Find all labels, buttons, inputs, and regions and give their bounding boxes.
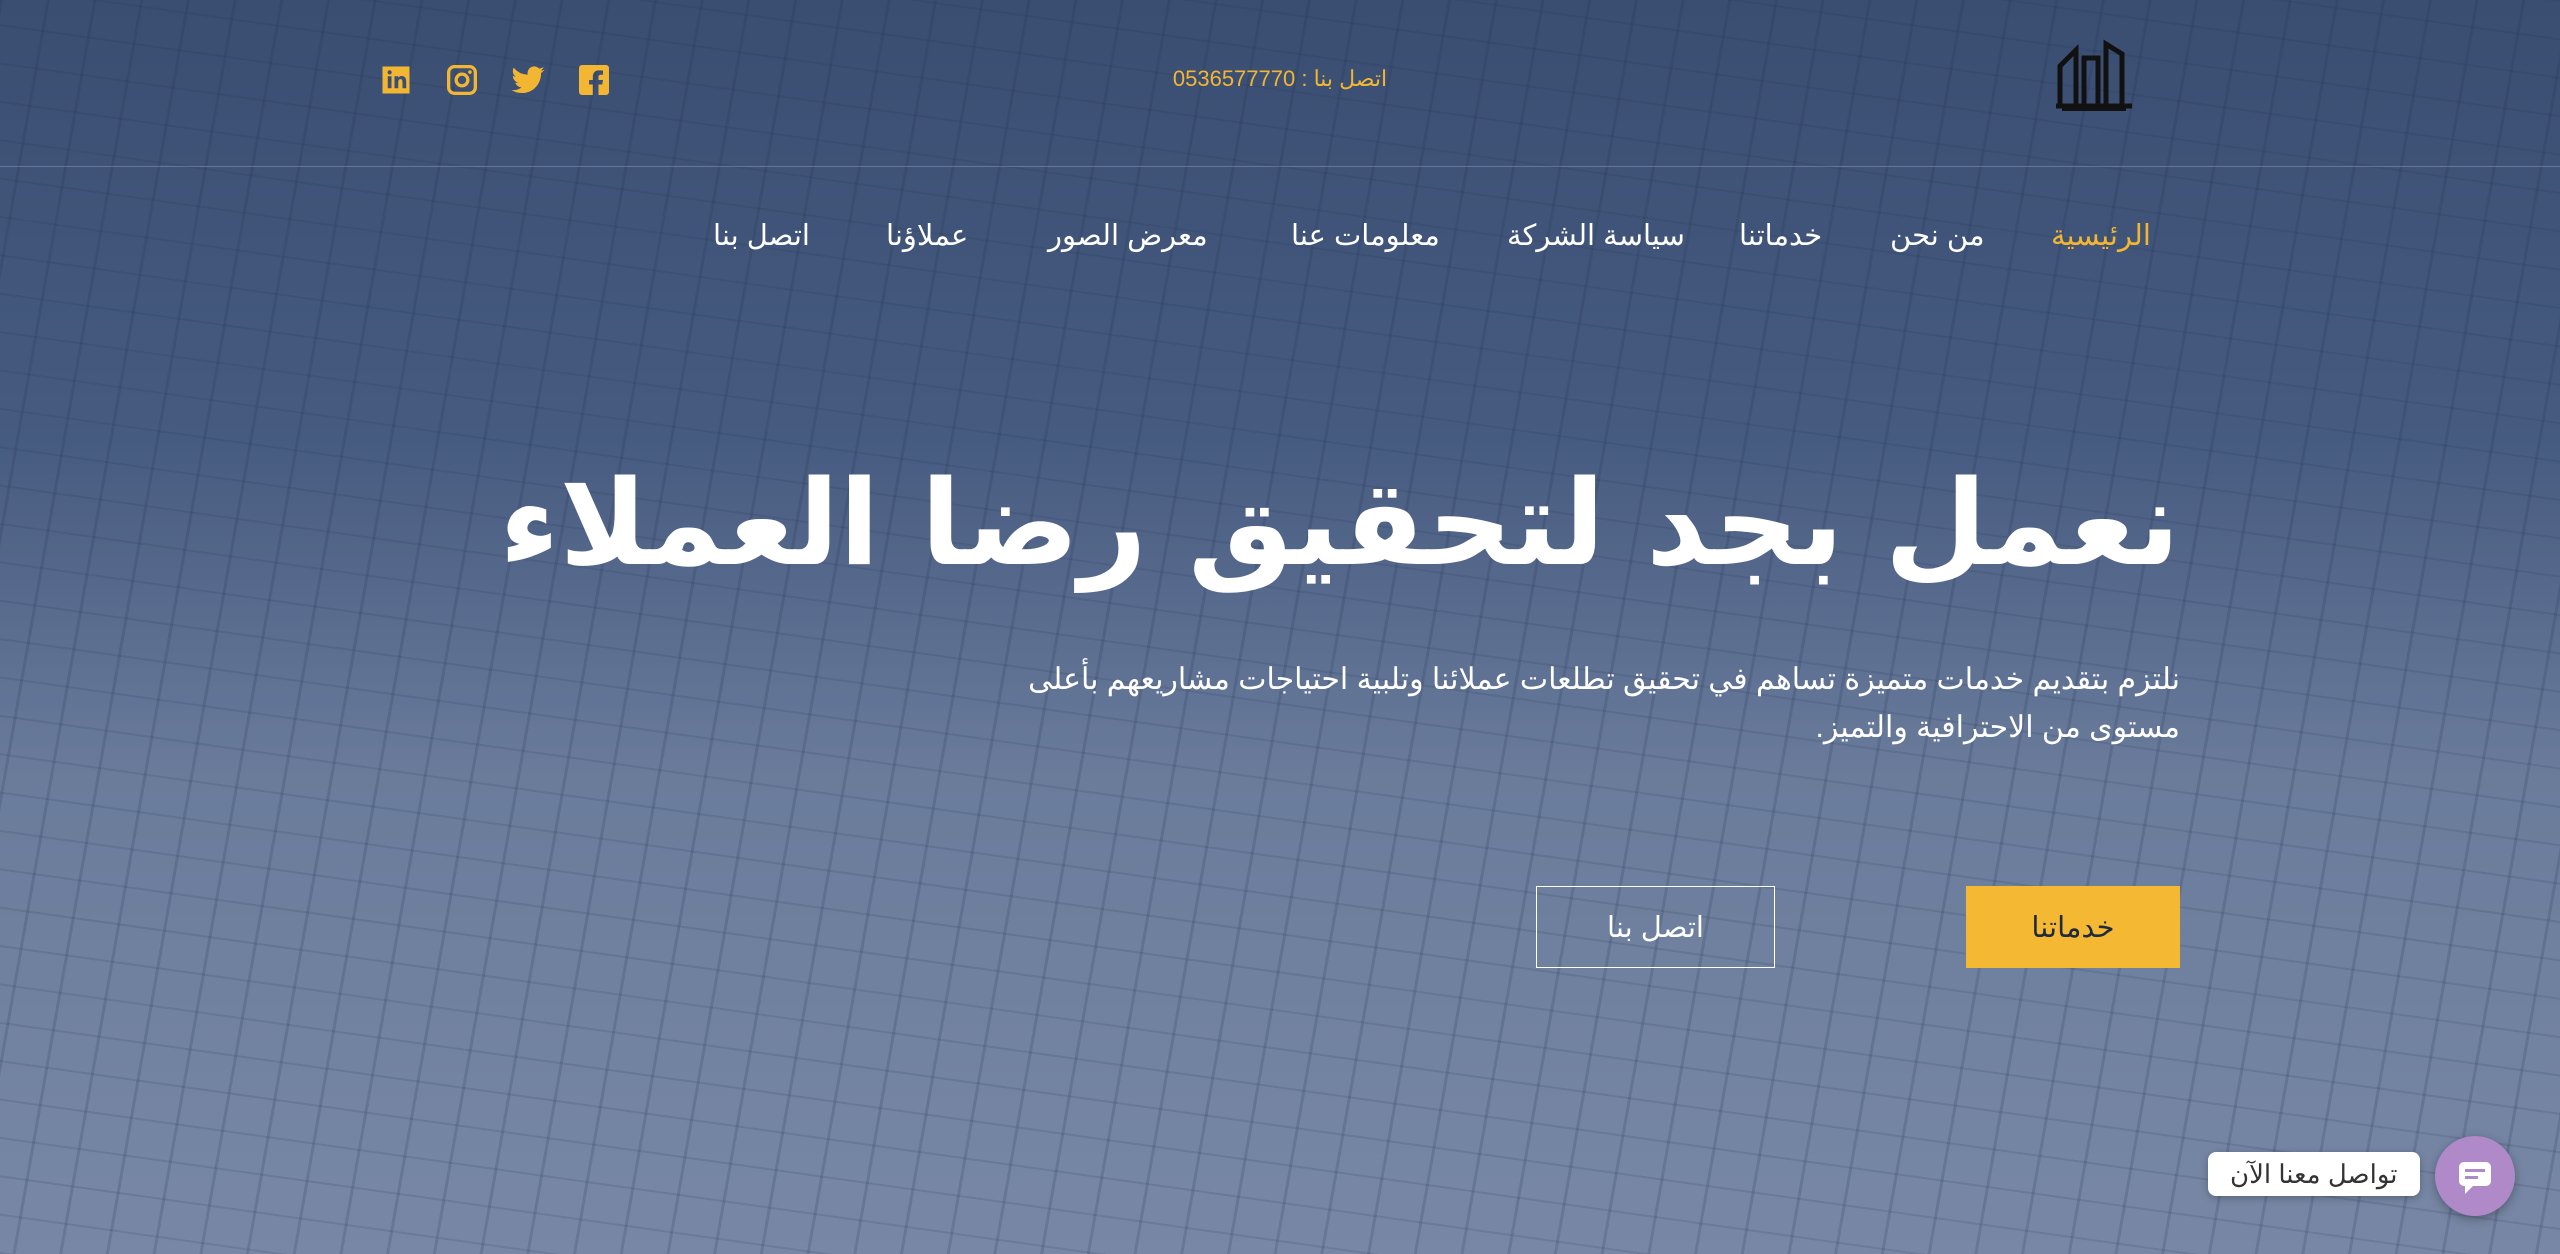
services-button[interactable]: خدماتنا bbox=[1966, 886, 2180, 968]
facebook-icon[interactable] bbox=[576, 62, 612, 98]
chat-label[interactable]: تواصل معنا الآن bbox=[2208, 1152, 2420, 1196]
nav-item-gallery[interactable]: معرض الصور bbox=[1048, 218, 1208, 253]
hero-subtext: نلتزم بتقديم خدمات متميزة تساهم في تحقيق… bbox=[1028, 663, 2180, 744]
hero-overlay bbox=[0, 0, 2560, 1254]
top-bar: اتصل بنا : 0536577770 bbox=[0, 0, 2560, 167]
nav-item-services[interactable]: خدماتنا bbox=[1739, 218, 1822, 253]
main-nav: الرئيسية من نحن خدماتنا سياسة الشركة معل… bbox=[0, 218, 2560, 264]
nav-item-about[interactable]: من نحن bbox=[1890, 218, 1985, 253]
hero-headline: نعمل بجد لتحقيق رضا العملاء bbox=[499, 454, 2180, 592]
nav-item-info[interactable]: معلومات عنا bbox=[1291, 218, 1440, 253]
company-logo[interactable] bbox=[2052, 36, 2136, 114]
social-links bbox=[378, 62, 612, 102]
nav-item-home[interactable]: الرئيسية bbox=[2051, 218, 2151, 253]
contact-button[interactable]: اتصل بنا bbox=[1536, 886, 1775, 968]
chat-button[interactable] bbox=[2435, 1136, 2515, 1216]
phone-contact[interactable]: اتصل بنا : 0536577770 bbox=[1170, 66, 1390, 92]
chat-icon bbox=[2459, 1162, 2491, 1194]
instagram-icon[interactable] bbox=[444, 62, 480, 98]
linkedin-icon[interactable] bbox=[378, 62, 414, 98]
twitter-icon[interactable] bbox=[510, 62, 546, 98]
nav-item-clients[interactable]: عملاؤنا bbox=[886, 218, 968, 253]
nav-item-company-policy[interactable]: سياسة الشركة bbox=[1507, 218, 1685, 253]
nav-item-contact[interactable]: اتصل بنا bbox=[713, 218, 810, 253]
